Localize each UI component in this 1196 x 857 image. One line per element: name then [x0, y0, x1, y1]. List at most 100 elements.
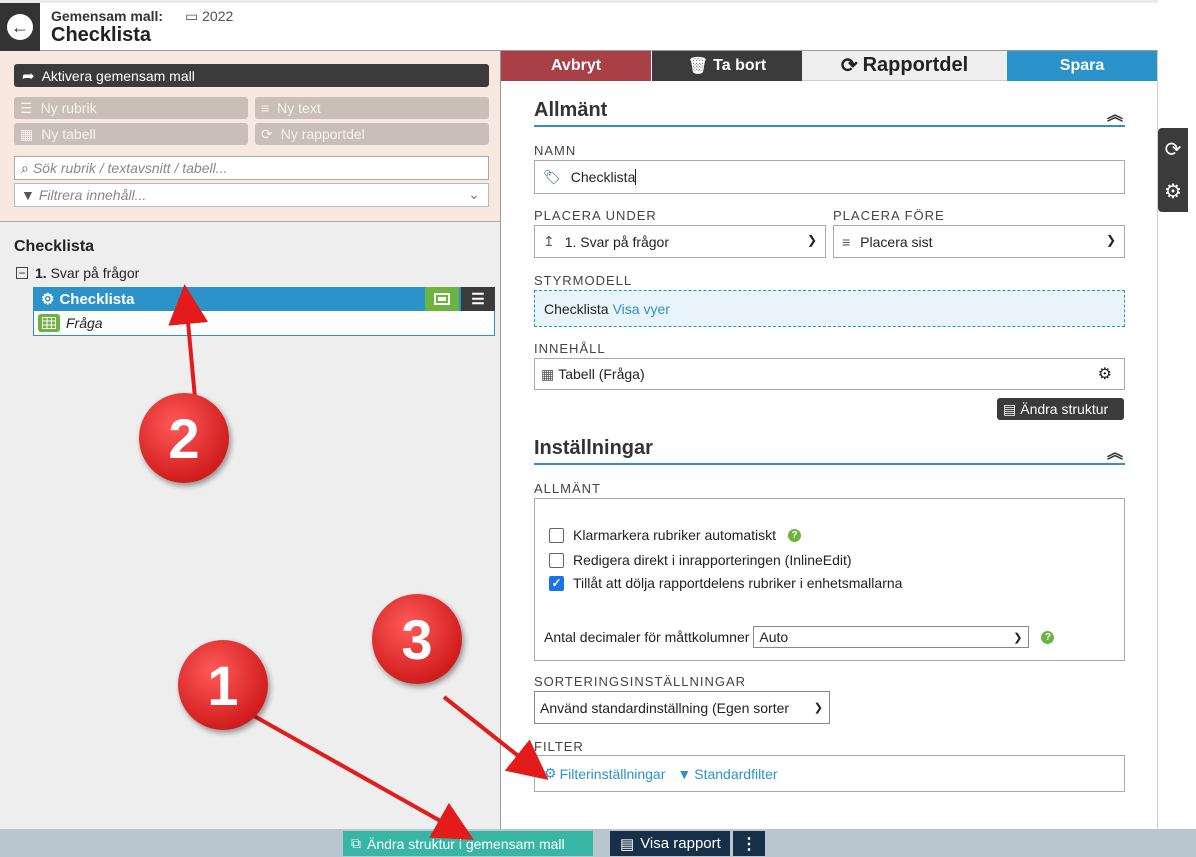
list-alt-icon: ▤ [1003, 400, 1017, 417]
sorting-value: Använd standardinställning (Egen sorter [540, 699, 790, 716]
funnel-icon: ▼ [21, 187, 35, 203]
refresh-icon[interactable]: ⟳ [1165, 137, 1182, 162]
name-value: Checklista [570, 169, 636, 185]
tree-node-level1[interactable]: − 1. Svar på frågor [16, 265, 139, 281]
template-label: Gemensam mall: [51, 8, 164, 24]
settings-heading: Inställningar [534, 437, 653, 459]
auto-mark-headings-row[interactable]: Klarmarkera rubriker automatiskt ? [549, 527, 802, 543]
show-views-link[interactable]: Visa vyer [613, 301, 670, 317]
list-icon: ☰ [471, 291, 485, 308]
place-under-select[interactable]: ↥ 1. Svar på frågor ❯ [534, 225, 826, 258]
funnel-icon: ▼ [677, 765, 692, 782]
help-icon[interactable]: ? [788, 528, 802, 542]
properties-panel: Avbryt 🗑 Ta bort ⟳ Rapportdel Spara Allm… [501, 51, 1157, 829]
page-header: ← Gemensam mall: ▭ 2022 Checklista [0, 0, 1158, 51]
general-heading: Allmänt [534, 99, 608, 121]
new-text-button[interactable]: ≡ Ny text [255, 97, 489, 119]
settings-section-header[interactable]: Inställningar ︽ [534, 437, 1125, 465]
chevron-down-icon: ❯ [1105, 233, 1116, 247]
new-table-button[interactable]: ▦ Ny tabell [14, 123, 248, 145]
annotation-marker-2: 2 [139, 393, 229, 483]
filter-label: FILTER [534, 739, 584, 754]
view-report-label: Visa rapport [640, 835, 721, 852]
list-icon: ☰ [20, 99, 33, 116]
chevron-down-icon: ❯ [806, 233, 817, 247]
tree-node-selected[interactable]: ⚙ Checklista ☰ [33, 287, 495, 311]
place-before-select[interactable]: ≡ Placera sist ❯ [833, 225, 1125, 258]
control-model-box: Checklista Visa vyer [534, 290, 1125, 327]
save-button[interactable]: Spara [1007, 51, 1157, 81]
name-field[interactable]: 🏷 Checklista [534, 160, 1125, 194]
view-report-button[interactable]: ▤ Visa rapport [610, 831, 730, 856]
gear-icon: ⚙ [544, 765, 557, 781]
activate-template-button[interactable]: ➦ Aktivera gemensam mall [14, 64, 489, 87]
tags-icon: 🏷 [543, 168, 561, 185]
change-structure-shared-button[interactable]: ⧉ Ändra struktur i gemensam mall [343, 831, 593, 856]
annotation-marker-1: 1 [178, 640, 268, 730]
list-view-button[interactable]: ☰ [461, 287, 495, 311]
hide-headings-row[interactable]: ✓ Tillåt att dölja rapportdelens rubrike… [549, 575, 902, 591]
back-button[interactable]: ← [0, 3, 40, 51]
gear-icon: ⚙ [41, 291, 55, 308]
refresh-icon: ⟳ [261, 125, 273, 142]
search-input[interactable]: ⌕ Sök rubrik / textavsnitt / tabell... [14, 156, 489, 180]
name-label: NAMN [534, 143, 577, 158]
new-text-label: Ny text [277, 100, 321, 116]
sorting-select[interactable]: Använd standardinställning (Egen sorter … [534, 691, 830, 724]
delete-button[interactable]: 🗑 Ta bort [652, 51, 802, 81]
hide-headings-checkbox[interactable]: ✓ [549, 575, 564, 591]
chevron-double-up-icon[interactable]: ︽ [1107, 439, 1123, 463]
change-structure-button[interactable]: ▤ Ändra struktur [997, 398, 1124, 420]
gear-icon[interactable]: ⚙ [1098, 364, 1112, 384]
tree-node-label: Svar på frågor [50, 265, 140, 281]
new-table-label: Ny tabell [41, 126, 96, 142]
annotation-marker-3: 3 [372, 594, 462, 684]
help-icon[interactable]: ? [1041, 630, 1055, 644]
new-heading-button[interactable]: ☰ Ny rubrik [14, 97, 248, 119]
new-heading-label: Ny rubrik [40, 100, 97, 116]
card-icon [434, 293, 450, 305]
inline-edit-label: Redigera direkt i inrapporteringen (Inli… [573, 552, 852, 568]
share-arrow-icon: ➦ [22, 67, 35, 85]
delete-label: Ta bort [713, 57, 767, 74]
tree-node-child[interactable]: Fråga [33, 311, 495, 336]
chevron-double-up-icon[interactable]: ︽ [1107, 101, 1123, 125]
place-under-label: PLACERA UNDER [534, 208, 657, 223]
content-value: Tabell (Fråga) [558, 366, 645, 382]
table-icon [38, 314, 60, 332]
table-icon: ▦ [20, 125, 34, 142]
search-placeholder: Sök rubrik / textavsnitt / tabell... [32, 160, 228, 176]
sorting-label: SORTERINGSINSTÄLLNINGAR [534, 674, 747, 689]
inline-edit-checkbox[interactable] [549, 552, 564, 568]
search-icon: ⌕ [21, 159, 29, 176]
tree-node-child-label: Fråga [66, 315, 103, 331]
control-model-label: STYRMODELL [534, 273, 633, 288]
tree-node-number: 1. [35, 265, 47, 281]
filter-select[interactable]: ▼ Filtrera innehåll... ⌄ [14, 183, 489, 207]
file-text-icon: ▤ [620, 835, 635, 853]
collapse-icon[interactable]: − [16, 267, 28, 279]
content-field: ▦ Tabell (Fråga) ⚙ [534, 358, 1125, 390]
filter-settings-link[interactable]: Filterinställningar [560, 766, 666, 782]
action-bar: Avbryt 🗑 Ta bort ⟳ Rapportdel Spara [501, 51, 1157, 81]
year-value: 2022 [202, 8, 234, 24]
decimals-row: Antal decimaler för måttkolumner Auto ❯ … [544, 626, 1055, 648]
bottom-bar: ⧉ Ändra struktur i gemensam mall ▤ Visa … [0, 829, 1196, 857]
cancel-button[interactable]: Avbryt [501, 51, 651, 81]
standard-filter-link[interactable]: Standardfilter [694, 766, 777, 782]
activate-template-label: Aktivera gemensam mall [41, 67, 195, 84]
inline-edit-row[interactable]: Redigera direkt i inrapporteringen (Inli… [549, 552, 852, 568]
side-widget: ⟳ ⚙ [1158, 128, 1188, 212]
new-report-part-button[interactable]: ⟳ Ny rapportdel [255, 123, 489, 145]
level-up-icon: ↥ [543, 233, 555, 249]
auto-mark-checkbox[interactable] [549, 527, 564, 543]
settings-general-box: Klarmarkera rubriker automatiskt ? Redig… [534, 498, 1125, 661]
more-menu-button[interactable]: ⋮ [733, 831, 765, 856]
decimals-select[interactable]: Auto ❯ [753, 626, 1030, 648]
general-section-header[interactable]: Allmänt ︽ [534, 99, 1125, 127]
table-view-button[interactable] [425, 287, 459, 311]
control-model-value: Checklista [544, 300, 609, 317]
text-lines-icon: ≡ [261, 100, 270, 116]
filter-placeholder: Filtrera innehåll... [38, 187, 147, 203]
gear-icon[interactable]: ⚙ [1164, 179, 1182, 204]
